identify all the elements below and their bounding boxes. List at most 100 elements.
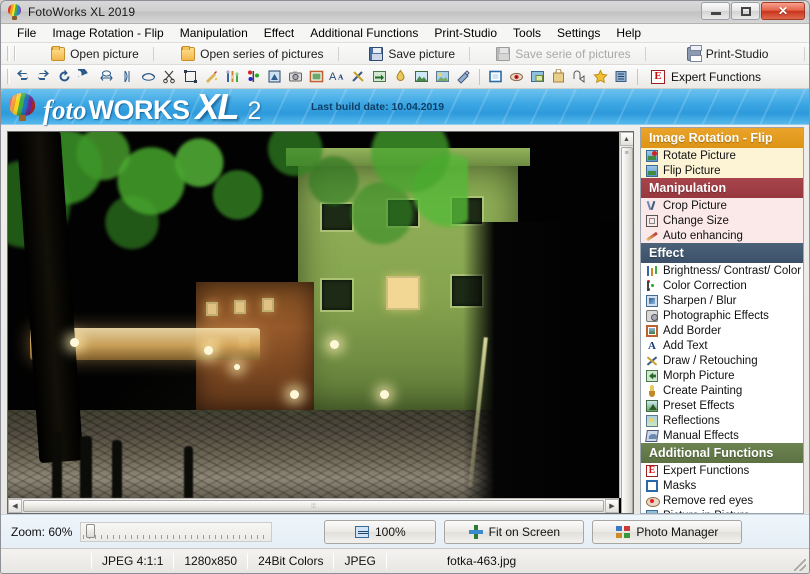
morph-picture-icon — [646, 369, 658, 382]
zoom-controls-bar: Zoom: 60% 100% Fit on Screen Photo Manag… — [1, 514, 809, 548]
menu-settings[interactable]: Settings — [549, 24, 608, 42]
save-picture-button[interactable]: Save picture — [359, 44, 465, 63]
sidebar-item-morph-picture[interactable]: Morph Picture — [641, 368, 803, 383]
draw-retouching-icon[interactable] — [349, 67, 368, 86]
scroll-up-arrow-icon[interactable]: ▲ — [619, 132, 633, 146]
picture-in-picture-icon[interactable] — [528, 67, 547, 86]
horizontal-scroll-thumb[interactable]: ⦙⦙⦙ — [23, 500, 604, 512]
sidebar-item-sharpen-blur[interactable]: Sharpen / Blur — [641, 293, 803, 308]
sidebar-item-draw-retouching[interactable]: Draw / Retouching — [641, 353, 803, 368]
canvas-horizontal-scrollbar[interactable]: ◀ ⦙⦙⦙ ▶ — [8, 498, 619, 513]
image-canvas[interactable]: ▲ ≡ ▼ ◀ ⦙⦙⦙ ▶ — [7, 131, 634, 514]
menu-help[interactable]: Help — [608, 24, 649, 42]
sidebar-item-remove-red-eyes[interactable]: Remove red eyes — [641, 493, 803, 508]
color-correction-icon[interactable] — [244, 67, 263, 86]
image-viewport[interactable] — [8, 132, 619, 498]
insert-cliparts-icon[interactable] — [549, 67, 568, 86]
sidebar-label: Draw / Retouching — [663, 354, 758, 367]
zoom-slider-thumb[interactable] — [86, 523, 96, 538]
sidebar-item-create-painting[interactable]: Create Painting — [641, 383, 803, 398]
zoom-slider[interactable] — [80, 521, 273, 542]
vertical-scroll-thumb[interactable]: ≡ — [620, 147, 633, 513]
sidebar-label: Photographic Effects — [663, 309, 769, 322]
magic-wand-icon — [646, 230, 658, 242]
remove-red-eyes-icon[interactable] — [507, 67, 526, 86]
reflections-icon[interactable] — [433, 67, 452, 86]
symbols-and-lines-icon[interactable] — [570, 67, 589, 86]
create-painting-icon — [646, 384, 658, 397]
status-format: JPEG 4:1:1 — [102, 554, 164, 568]
print-studio-button[interactable]: Print-Studio — [677, 44, 779, 63]
sidebar-item-reflections[interactable]: Reflections — [641, 413, 803, 428]
sidebar-item-change-size[interactable]: Change Size — [641, 213, 803, 228]
auto-enhance-wand-icon[interactable] — [202, 67, 221, 86]
open-series-button[interactable]: Open series of pictures — [171, 44, 333, 63]
sidebar-item-masks[interactable]: Masks — [641, 478, 803, 493]
menu-print-studio[interactable]: Print-Studio — [426, 24, 505, 42]
add-border-icon[interactable] — [307, 67, 326, 86]
toolbar-grip[interactable] — [7, 46, 10, 61]
menu-tools[interactable]: Tools — [505, 24, 549, 42]
add-text-icon[interactable]: AA — [328, 67, 347, 86]
morph-picture-icon[interactable] — [370, 67, 389, 86]
photo-manager-button[interactable]: Photo Manager — [592, 519, 743, 544]
sidebar-label: Crop Picture — [663, 199, 727, 212]
sidebar-item-preset-effects[interactable]: Preset Effects — [641, 398, 803, 413]
sidebar-item-auto-enhancing[interactable]: Auto enhancing — [641, 228, 803, 243]
sidebar-item-add-text[interactable]: A Add Text — [641, 338, 803, 353]
app-balloon-icon — [7, 4, 23, 20]
logo-works: WORKS — [88, 94, 191, 125]
masks-icon[interactable] — [486, 67, 505, 86]
crop-scissors-icon[interactable] — [160, 67, 179, 86]
scroll-left-arrow-icon[interactable]: ◀ — [8, 499, 22, 513]
sidebar-item-rotate-picture[interactable]: Rotate Picture — [641, 148, 803, 163]
redo-arrow-icon[interactable] — [34, 67, 53, 86]
scroll-right-arrow-icon[interactable]: ▶ — [605, 499, 619, 513]
icon-toolbar-grip[interactable] — [7, 69, 10, 84]
build-date-label: Last build date: 10.04.2019 — [311, 101, 445, 113]
sidebar-label: Create Painting — [663, 384, 743, 397]
maximize-button[interactable] — [731, 2, 760, 20]
open-picture-button[interactable]: Open picture — [41, 44, 149, 63]
menu-manipulation[interactable]: Manipulation — [172, 24, 256, 42]
sidebar-item-brightness-contrast-color[interactable]: Brightness/ Contrast/ Color — [641, 263, 803, 278]
brightness-contrast-icon[interactable] — [223, 67, 242, 86]
change-size-icon[interactable] — [181, 67, 200, 86]
sidebar-item-flip-picture[interactable]: Flip Picture — [641, 163, 803, 178]
menu-image-rotation-flip[interactable]: Image Rotation - Flip — [44, 24, 171, 42]
sidebar-item-photographic-effects[interactable]: Photographic Effects — [641, 308, 803, 323]
manual-effects-icon[interactable] — [454, 67, 473, 86]
window-resize-grip[interactable] — [794, 559, 806, 571]
undo-arrow-icon[interactable] — [13, 67, 32, 86]
create-painting-icon[interactable] — [391, 67, 410, 86]
rotate-left-icon[interactable] — [76, 67, 95, 86]
fit-screen-icon — [468, 524, 483, 539]
toolbar-grip-2[interactable] — [13, 46, 17, 61]
zoom-100-label: 100% — [375, 524, 406, 539]
zoom-100-button[interactable]: 100% — [324, 519, 437, 544]
create-collage-star-icon[interactable] — [591, 67, 610, 86]
sidebar-item-color-correction[interactable]: Color Correction — [641, 278, 803, 293]
canvas-vertical-scrollbar[interactable]: ▲ ≡ ▼ — [619, 132, 633, 513]
brand-logo-text: foto WORKS XL 2 — [43, 86, 261, 128]
flip-horizontal-icon[interactable] — [97, 67, 116, 86]
preset-effects-icon[interactable] — [412, 67, 431, 86]
fit-on-screen-button[interactable]: Fit on Screen — [444, 519, 585, 544]
sidebar-item-expert-functions[interactable]: E Expert Functions — [641, 463, 803, 478]
save-series-button: Save serie of pictures — [486, 44, 640, 63]
minimize-button[interactable] — [701, 2, 730, 20]
sidebar-item-crop-picture[interactable]: Crop Picture — [641, 198, 803, 213]
sidebar-item-manual-effects[interactable]: Manual Effects — [641, 428, 803, 443]
menu-file[interactable]: File — [9, 24, 44, 42]
sidebar-item-add-border[interactable]: Add Border — [641, 323, 803, 338]
flip-vertical-icon[interactable] — [118, 67, 137, 86]
rotate-right-icon[interactable] — [55, 67, 74, 86]
perspective-icon[interactable] — [139, 67, 158, 86]
expert-functions-toolbar-button[interactable]: E Expert Functions — [643, 69, 769, 84]
sharpen-blur-icon[interactable] — [265, 67, 284, 86]
menu-additional-functions[interactable]: Additional Functions — [302, 24, 426, 42]
photographic-effects-icon[interactable] — [286, 67, 305, 86]
menu-effect[interactable]: Effect — [256, 24, 302, 42]
close-button[interactable]: ✕ — [761, 2, 805, 20]
batch-processing-icon[interactable] — [612, 67, 631, 86]
